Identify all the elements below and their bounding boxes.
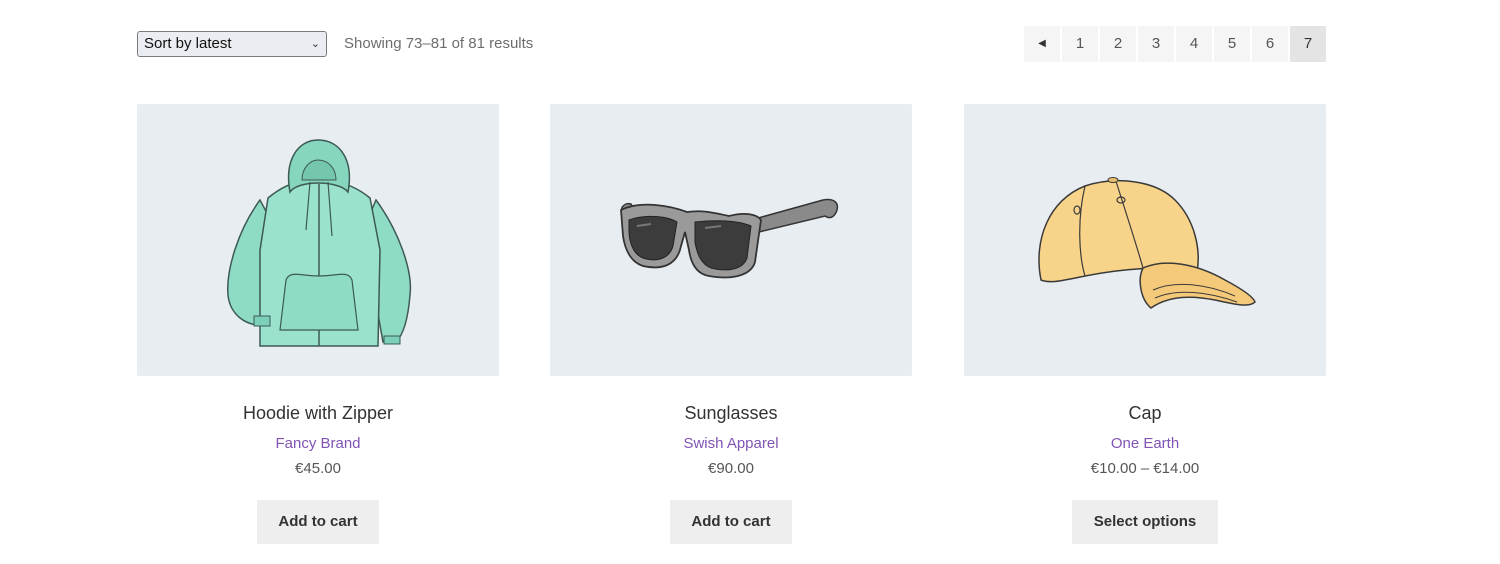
product-brand-link[interactable]: One Earth xyxy=(964,435,1326,453)
select-options-button[interactable]: Select options xyxy=(1071,500,1219,544)
pagination-page-current: 7 xyxy=(1290,26,1326,62)
add-to-cart-button[interactable]: Add to cart xyxy=(257,500,379,544)
product-title[interactable]: Cap xyxy=(964,402,1326,424)
result-count: Showing 73–81 of 81 results xyxy=(344,35,534,52)
add-to-cart-button[interactable]: Add to cart xyxy=(670,500,792,544)
product-price: €45.00 xyxy=(295,460,341,477)
cap-image[interactable] xyxy=(964,104,1326,376)
product-title[interactable]: Hoodie with Zipper xyxy=(137,402,499,424)
chevron-down-icon: ⌄ xyxy=(310,38,320,50)
pagination-page-5[interactable]: 5 xyxy=(1214,26,1250,62)
product-brand-link[interactable]: Swish Apparel xyxy=(550,435,912,453)
triangle-left-icon: ◀ xyxy=(1038,38,1046,49)
product-grid: Hoodie with Zipper Fancy Brand €45.00 Ad… xyxy=(137,104,1326,554)
pagination-prev-button[interactable]: ◀ xyxy=(1024,26,1060,62)
pagination-page-6[interactable]: 6 xyxy=(1252,26,1288,62)
sort-select-value: Sort by latest xyxy=(144,35,232,52)
shop-toolbar: Sort by latest ⌄ Showing 73–81 of 81 res… xyxy=(137,26,1326,62)
product-price: €10.00 – €14.00 xyxy=(1090,460,1200,477)
pagination: ◀ 1 2 3 4 5 6 7 xyxy=(1024,26,1326,62)
sunglasses-illustration xyxy=(620,198,839,279)
sort-select[interactable]: Sort by latest ⌄ xyxy=(137,31,327,57)
sunglasses-image[interactable] xyxy=(550,104,912,376)
product-brand-link[interactable]: Fancy Brand xyxy=(137,435,499,453)
product-card: Sunglasses Swish Apparel €90.00 Add to c… xyxy=(550,104,912,544)
cap-illustration xyxy=(1038,177,1256,309)
product-price: €90.00 xyxy=(708,460,754,477)
pagination-page-4[interactable]: 4 xyxy=(1176,26,1212,62)
pagination-page-2[interactable]: 2 xyxy=(1100,26,1136,62)
pagination-page-3[interactable]: 3 xyxy=(1138,26,1174,62)
pagination-page-1[interactable]: 1 xyxy=(1062,26,1098,62)
product-card: Hoodie with Zipper Fancy Brand €45.00 Ad… xyxy=(137,104,499,544)
hoodie-illustration xyxy=(227,139,412,347)
hoodie-image[interactable] xyxy=(137,104,499,376)
product-title[interactable]: Sunglasses xyxy=(550,402,912,424)
product-card: Cap One Earth €10.00 – €14.00 Select opt… xyxy=(964,104,1326,544)
